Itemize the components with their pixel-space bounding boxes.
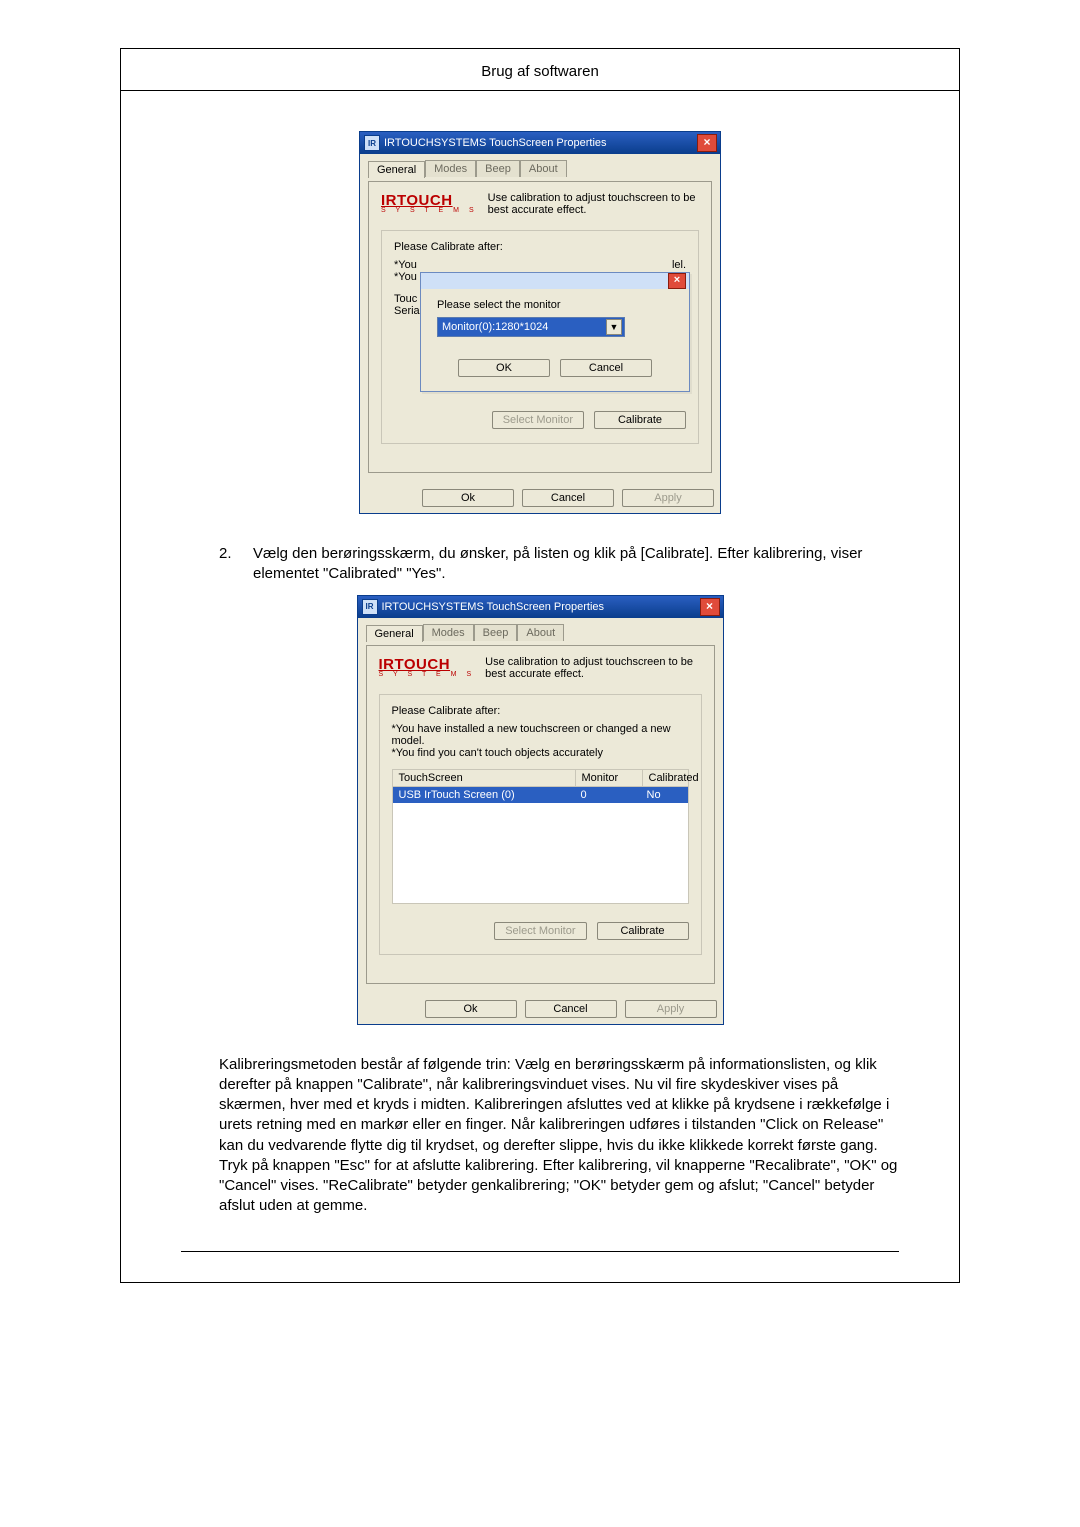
calibration-paragraph: Kalibreringsmetoden består af følgende t… — [219, 1055, 899, 1217]
brand-description: Use calibration to adjust touchscreen to… — [488, 192, 699, 216]
dialog-button-row: Ok Cancel Apply — [360, 481, 720, 513]
close-icon[interactable]: × — [697, 134, 717, 152]
instruction-step-2: 2. Vælg den berøringsskærm, du ønsker, p… — [219, 544, 899, 585]
monitor-dropdown[interactable]: Monitor(0):1280*1024 ▼ — [437, 317, 625, 337]
ok-button[interactable]: OK — [458, 359, 550, 377]
apply-button: Apply — [622, 489, 714, 507]
app-icon: IR — [362, 599, 378, 615]
popup-titlebar: × — [421, 273, 689, 289]
tab-about[interactable]: About — [520, 160, 567, 177]
list-empty-area — [393, 803, 688, 903]
cell-touchscreen: USB IrTouch Screen (0) — [393, 787, 575, 803]
list-row[interactable]: USB IrTouch Screen (0) 0 No — [393, 787, 688, 803]
step-number: 2. — [219, 544, 235, 585]
tab-beep[interactable]: Beep — [476, 160, 520, 177]
calibrate-group: Please Calibrate after: *You have instal… — [379, 694, 702, 955]
step-text: Vælg den berøringsskærm, du ønsker, på l… — [253, 544, 899, 585]
dialog-touchscreen-properties-2: IR IRTOUCHSYSTEMS TouchScreen Properties… — [357, 595, 724, 1025]
titlebar: IR IRTOUCHSYSTEMS TouchScreen Properties… — [358, 596, 723, 618]
select-monitor-button: Select Monitor — [494, 922, 586, 940]
page-header: Brug af softwaren — [121, 49, 959, 91]
tab-panel-general: IRTOUCH S Y S T E M S Use calibration to… — [366, 645, 715, 984]
chevron-down-icon[interactable]: ▼ — [606, 319, 622, 335]
dialog-touchscreen-properties-1: IR IRTOUCHSYSTEMS TouchScreen Properties… — [359, 131, 721, 514]
group-title: Please Calibrate after: — [394, 241, 686, 253]
group-button-row: Select Monitor Calibrate — [394, 411, 686, 429]
truncated-text: Serial — [394, 305, 422, 317]
app-icon: IR — [364, 135, 380, 151]
popup-label: Please select the monitor — [437, 299, 673, 311]
cancel-button[interactable]: Cancel — [560, 359, 652, 377]
cell-calibrated: No — [641, 787, 688, 803]
dropdown-selected-value: Monitor(0):1280*1024 — [442, 321, 548, 333]
window-title: IRTOUCHSYSTEMS TouchScreen Properties — [382, 601, 605, 613]
tabstrip: General Modes Beep About — [368, 160, 712, 177]
brand-description: Use calibration to adjust touchscreen to… — [485, 656, 701, 680]
ok-button[interactable]: Ok — [422, 489, 514, 507]
window-title: IRTOUCHSYSTEMS TouchScreen Properties — [384, 137, 607, 149]
brand-logo: IRTOUCH S Y S T E M S — [381, 192, 478, 214]
group-title: Please Calibrate after: — [392, 705, 689, 717]
select-monitor-popup: × Please select the monitor Monitor(0):1… — [420, 272, 690, 392]
ok-button[interactable]: Ok — [425, 1000, 517, 1018]
bullet-text: *You have installed a new touchscreen or… — [392, 723, 689, 747]
tabstrip: General Modes Beep About — [366, 624, 715, 641]
col-monitor: Monitor — [576, 770, 643, 786]
titlebar: IR IRTOUCHSYSTEMS TouchScreen Properties… — [360, 132, 720, 154]
col-touchscreen: TouchScreen — [393, 770, 576, 786]
calibrate-button[interactable]: Calibrate — [594, 411, 686, 429]
tab-general[interactable]: General — [366, 625, 423, 642]
brand-logo: IRTOUCH S Y S T E M S — [379, 656, 476, 678]
tab-beep[interactable]: Beep — [474, 624, 518, 641]
tab-modes[interactable]: Modes — [423, 624, 474, 641]
list-header: TouchScreen Monitor Calibrated — [393, 770, 688, 787]
calibrate-button[interactable]: Calibrate — [597, 922, 689, 940]
close-icon[interactable]: × — [700, 598, 720, 616]
separator-line — [181, 1251, 899, 1252]
apply-button: Apply — [625, 1000, 717, 1018]
cancel-button[interactable]: Cancel — [522, 489, 614, 507]
tab-modes[interactable]: Modes — [425, 160, 476, 177]
dialog-button-row: Ok Cancel Apply — [358, 992, 723, 1024]
truncated-text: lel. — [672, 259, 686, 271]
truncated-text: *You — [394, 259, 417, 271]
cell-monitor: 0 — [575, 787, 641, 803]
close-icon[interactable]: × — [668, 273, 686, 289]
group-button-row: Select Monitor Calibrate — [392, 922, 689, 940]
cancel-button[interactable]: Cancel — [525, 1000, 617, 1018]
tab-general[interactable]: General — [368, 161, 425, 178]
truncated-text: Touc — [394, 293, 422, 305]
tab-about[interactable]: About — [517, 624, 564, 641]
col-calibrated: Calibrated — [643, 770, 705, 786]
select-monitor-button: Select Monitor — [492, 411, 584, 429]
touchscreen-list[interactable]: TouchScreen Monitor Calibrated USB IrTou… — [392, 769, 689, 904]
bullet-text: *You find you can't touch objects accura… — [392, 747, 689, 759]
